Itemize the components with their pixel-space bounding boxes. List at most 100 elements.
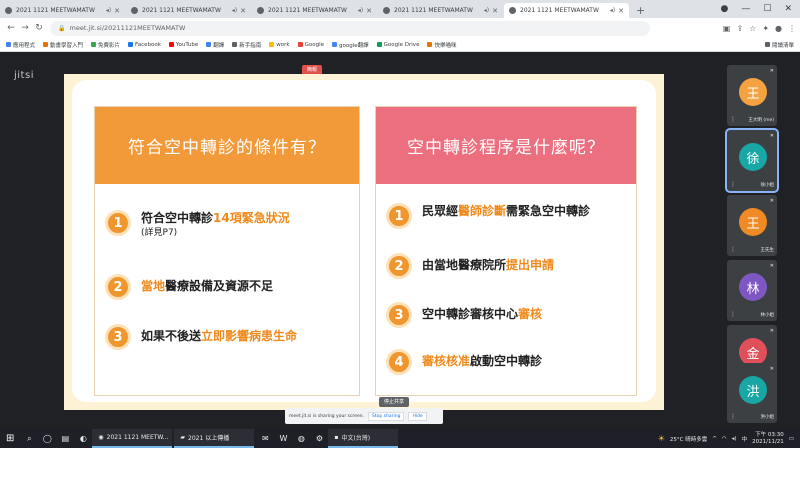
reload-icon[interactable]: ↻ <box>32 21 46 35</box>
mail-icon[interactable]: ✉ <box>256 429 274 448</box>
close-tab-icon[interactable]: ✕ <box>492 7 498 15</box>
taskbar-app-chrome[interactable]: ◉ 2021 1121 MEETW... <box>92 429 173 448</box>
clock-time: 下午 03:30 <box>755 431 784 438</box>
bookmark[interactable]: work <box>269 42 290 48</box>
bookmark-label: 免費影片 <box>98 42 121 49</box>
taskbar-app-lang[interactable]: ▪ 中文(台灣) <box>328 429 399 448</box>
extensions-icon[interactable]: ✦ <box>762 24 769 33</box>
item-highlight: 當地 <box>141 279 166 293</box>
close-tab-icon[interactable]: ✕ <box>114 7 120 15</box>
audio-icon[interactable]: ◂) <box>106 7 111 14</box>
browser-tab[interactable]: 2021 1121 MEETWAMATW ◂) ✕ <box>378 3 503 18</box>
taskbar-app-folder[interactable]: ▰ 2021 以上傳播 <box>174 429 255 448</box>
audio-icon[interactable]: ◂) <box>358 7 363 14</box>
star-icon[interactable]: ☆ <box>749 24 756 33</box>
share-icon[interactable]: ⇪ <box>736 24 743 33</box>
taskbar-app-label: 2021 1121 MEETW... <box>106 434 169 441</box>
participant-tile[interactable]: ✕ 洪 ⋮ 洪小姐 <box>727 363 777 423</box>
bookmark[interactable]: 免費影片 <box>91 41 120 49</box>
participant-tile-active[interactable]: ✕ 徐 ⋮ 徐小姐 <box>725 128 779 193</box>
new-tab-button[interactable]: + <box>636 3 645 18</box>
bookmark[interactable]: 應用程式 <box>6 41 35 49</box>
audio-icon[interactable]: ◂) <box>484 7 489 14</box>
participant-name: 洪小姐 <box>760 415 775 420</box>
reading-list[interactable]: 閱讀清單 <box>764 41 800 49</box>
camera-icon[interactable]: ▣ <box>723 24 731 33</box>
bookmark[interactable]: 新手指南 <box>232 41 261 49</box>
minimize-icon[interactable]: — <box>741 4 750 14</box>
settings-icon[interactable]: ⚙ <box>310 429 328 448</box>
stop-sharing-button[interactable]: Stop sharing <box>368 411 405 421</box>
maximize-icon[interactable]: ☐ <box>763 4 771 14</box>
profile-icon[interactable]: ● <box>775 24 782 33</box>
stop-sharing-tooltip: 停止共享 <box>379 397 409 407</box>
browser-tab[interactable]: 2021 1121 MEETWAMATW ◂) ✕ <box>0 3 125 18</box>
tab-favicon-icon <box>509 7 516 14</box>
close-tab-icon[interactable]: ✕ <box>618 7 624 15</box>
tab-favicon-icon <box>383 7 390 14</box>
network-icon[interactable]: ◠ <box>722 436 727 442</box>
folder-icon <box>269 42 275 47</box>
participant-tile[interactable]: ✕ 林 ⋮ 林小姐 <box>727 260 777 321</box>
close-tab-icon[interactable]: ✕ <box>366 7 372 15</box>
bookmark[interactable]: Google Drive <box>376 42 419 48</box>
more-options-icon[interactable]: ⋮ <box>730 116 736 123</box>
url-text: meet.jit.si/20211121MEETWAMATW <box>69 24 186 32</box>
drive-icon <box>376 42 382 47</box>
browser-tab[interactable]: 2021 1121 MEETWAMATW ◂) ✕ <box>252 3 377 18</box>
close-tab-icon[interactable]: ✕ <box>240 7 246 15</box>
number-badge: 2 <box>105 274 131 300</box>
address-bar[interactable]: 🔒 meet.jit.si/20211121MEETWAMATW <box>50 20 650 36</box>
more-options-icon[interactable]: ⋮ <box>730 181 736 188</box>
bookmark[interactable]: 快樂喵咪 <box>427 41 456 49</box>
edge-icon[interactable]: ◐ <box>74 429 92 448</box>
item-highlight: 醫師診斷 <box>458 204 507 218</box>
bookmark-label: 快樂喵咪 <box>434 42 457 49</box>
browser-tab[interactable]: 2021 1121 MEETWAMATW ◂) ✕ <box>126 3 251 18</box>
reading-list-label: 閱讀清單 <box>771 42 794 49</box>
item-text: 空中轉診審核中心審核 <box>422 306 542 323</box>
weather-icon[interactable]: ☀ <box>658 434 665 443</box>
notifications-icon[interactable]: ▭ <box>789 436 794 442</box>
tab-search-icon[interactable]: ● <box>721 4 729 14</box>
bookmark[interactable]: Google <box>297 42 324 48</box>
hide-button[interactable]: Hide <box>408 411 427 421</box>
bookmark[interactable]: YouTube <box>168 42 198 48</box>
participant-tile[interactable]: ✕ 王 ⋮ 王大明 (me) <box>727 65 777 126</box>
line-icon[interactable]: ◍ <box>292 429 310 448</box>
bookmark[interactable]: Facebook <box>128 42 161 48</box>
forward-icon[interactable]: → <box>18 21 32 35</box>
item-highlight: 立即影響病患生命 <box>201 329 298 343</box>
back-icon[interactable]: ← <box>4 21 18 35</box>
windows-start-icon[interactable]: ⊞ <box>0 429 20 448</box>
bookmark[interactable]: 動畫學習入門 <box>43 41 83 49</box>
more-options-icon[interactable]: ⋮ <box>730 311 736 318</box>
audio-icon[interactable]: ◂) <box>610 7 615 14</box>
participant-name: 王先生 <box>760 248 775 253</box>
more-options-icon[interactable]: ⋮ <box>730 246 736 253</box>
participant-tile[interactable]: ✕ 王 ⋮ 王先生 <box>727 195 777 256</box>
procedure-panel: 空中轉診程序是什麼呢？ 1 民眾經醫師診斷需緊急空中轉診 2 由當地醫療院所提出… <box>375 106 637 396</box>
menu-icon[interactable]: ⋮ <box>788 24 796 33</box>
ime-indicator[interactable]: 中 <box>742 435 748 443</box>
folder-icon: ▰ <box>180 434 186 441</box>
browser-tab-active[interactable]: 2021 1121 MEETWAMATW ◂) ✕ <box>504 3 629 18</box>
word-icon[interactable]: W <box>274 429 292 448</box>
tab-title: 2021 1121 MEETWAMATW <box>268 7 347 14</box>
muted-mic-icon: ✕ <box>769 328 774 334</box>
bookmark[interactable]: 翻譯 <box>206 41 224 49</box>
lock-icon[interactable]: 🔒 <box>58 25 65 32</box>
participant-name: 林小姐 <box>760 313 775 318</box>
more-options-icon[interactable]: ⋮ <box>730 413 736 420</box>
bookmark[interactable]: google翻譯 <box>332 41 369 49</box>
filmstrip-scrollbar[interactable] <box>790 53 798 429</box>
close-window-icon[interactable]: ✕ <box>784 4 792 14</box>
task-view-icon[interactable]: ◯ <box>38 429 56 448</box>
volume-icon[interactable]: ◂) <box>732 436 737 442</box>
weather-text[interactable]: 25°C 晴時多雲 <box>670 435 707 443</box>
audio-icon[interactable]: ◂) <box>232 7 237 14</box>
search-icon[interactable]: ⌕ <box>20 429 38 448</box>
tray-chevron-icon[interactable]: ^ <box>712 436 717 442</box>
file-explorer-icon[interactable]: ▤ <box>56 429 74 448</box>
clock[interactable]: 下午 03:30 2021/11/21 <box>752 432 784 446</box>
